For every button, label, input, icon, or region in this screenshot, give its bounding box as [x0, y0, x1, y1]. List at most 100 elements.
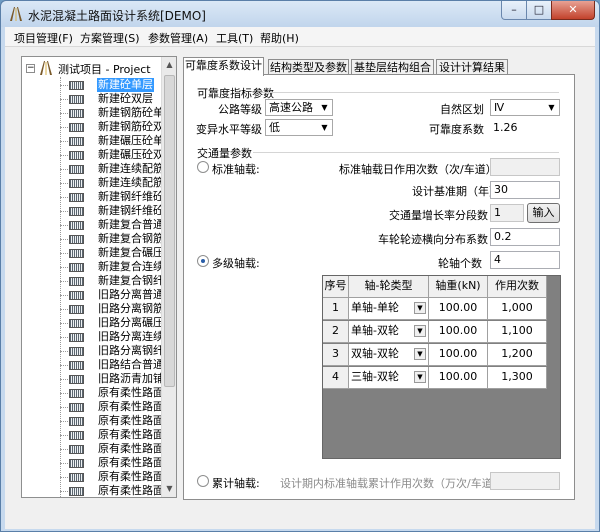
scheme-icon — [69, 487, 84, 496]
tree-connector — [60, 239, 68, 240]
scheme-icon — [69, 305, 84, 314]
row-number-cell-text: 3 — [332, 347, 339, 360]
scroll-thumb[interactable] — [164, 75, 175, 387]
tree-connector — [60, 253, 68, 254]
axle-type-cell[interactable]: 双轴-双轮 ▼ — [349, 344, 429, 366]
axle-load-cell[interactable]: 100.00 — [429, 298, 488, 320]
menu-project[interactable]: 项目管理(F) — [14, 30, 73, 46]
axle-count-cell[interactable]: 1,300 — [488, 367, 547, 389]
cumulative-axle-radio[interactable] — [197, 475, 209, 487]
axle-load-cell-text: 100.00 — [438, 324, 478, 337]
tab-reliability[interactable]: 可靠度系数设计 — [183, 57, 264, 76]
tree-connector — [60, 225, 68, 226]
scheme-icon — [69, 319, 84, 328]
tree-connector — [60, 393, 68, 394]
input-button[interactable]: 输入 — [527, 203, 560, 223]
scheme-icon — [69, 333, 84, 342]
design-period-label: 设计基准期（年） — [412, 185, 500, 198]
table-header-type: 轴-轮类型 — [349, 276, 429, 298]
axle-table[interactable]: 序号 轴-轮类型 轴重(kN) 作用次数 1 单轴-单轮 ▼ 100.00 1,000 2… — [322, 275, 561, 459]
chevron-down-icon[interactable]: ▼ — [414, 325, 426, 337]
cumulative-field[interactable] — [490, 472, 560, 490]
axle-count-field[interactable]: 4 — [490, 251, 560, 269]
scheme-icon — [69, 431, 84, 440]
close-button[interactable]: ✕ — [551, 1, 595, 20]
standard-axle-daily-field[interactable] — [490, 158, 560, 176]
axle-load-cell-text: 100.00 — [438, 347, 478, 360]
menu-tools[interactable]: 工具(T) — [216, 30, 253, 46]
multi-axle-radio[interactable] — [197, 255, 209, 267]
chevron-down-icon[interactable]: ▼ — [414, 371, 426, 383]
scheme-icon — [69, 179, 84, 188]
natural-zone-select[interactable]: Ⅳ ▼ — [490, 99, 560, 116]
reliability-coef-value: 1.26 — [493, 121, 518, 134]
chevron-down-icon[interactable]: ▼ — [414, 302, 426, 314]
standard-axle-radio[interactable] — [197, 161, 209, 173]
tree-scrollbar[interactable]: ▲ ▼ — [161, 57, 176, 497]
minimize-button[interactable]: – — [501, 1, 527, 20]
tree-connector — [60, 267, 68, 268]
project-icon — [40, 61, 52, 75]
title-bar[interactable]: 水泥混凝土路面设计系统[DEMO] – □ ✕ — [1, 1, 599, 27]
tree-root-label: 测试项目 - Project — [58, 63, 151, 76]
app-window: 水泥混凝土路面设计系统[DEMO] – □ ✕ 项目管理(F) 方案管理(S) … — [0, 0, 600, 532]
multi-axle-label[interactable]: 多级轴载: — [212, 255, 260, 271]
traffic-group-title: 交通量参数 — [197, 147, 252, 160]
maximize-button[interactable]: □ — [526, 1, 552, 20]
tree-connector — [60, 295, 68, 296]
tree-connector — [60, 113, 68, 114]
reliability-coef-label: 可靠度系数 — [429, 123, 484, 136]
tree-connector — [60, 155, 68, 156]
scheme-icon — [69, 291, 84, 300]
lateral-coef-label: 车轮轮迹横向分布系数 — [378, 233, 488, 246]
cumulative-desc-label: 设计期内标准轴载累计作用次数（万次/车道） — [280, 477, 504, 490]
chevron-down-icon: ▼ — [321, 103, 328, 112]
road-grade-label: 公路等级 — [218, 103, 262, 116]
road-grade-select[interactable]: 高速公路 ▼ — [265, 99, 333, 116]
design-period-field[interactable]: 30 — [490, 181, 560, 199]
standard-axle-label[interactable]: 标准轴载: — [212, 161, 260, 177]
axle-type-cell[interactable]: 单轴-双轮 ▼ — [349, 321, 429, 343]
tree-connector — [60, 309, 68, 310]
scroll-up-icon[interactable]: ▲ — [162, 57, 176, 73]
scheme-icon — [69, 81, 84, 90]
scheme-icon — [69, 95, 84, 104]
axle-type-cell[interactable]: 三轴-双轮 ▼ — [349, 367, 429, 389]
tree-connector — [60, 183, 68, 184]
axle-count-cell[interactable]: 1,100 — [488, 321, 547, 343]
axle-type-cell-text: 单轴-双轮 — [351, 324, 399, 337]
tree-connector — [60, 449, 68, 450]
tree-connector — [60, 85, 68, 86]
menu-help[interactable]: 帮助(H) — [260, 30, 299, 46]
scroll-down-icon[interactable]: ▼ — [162, 481, 176, 497]
axle-load-cell[interactable]: 100.00 — [429, 367, 488, 389]
lateral-coef-field[interactable]: 0.2 — [490, 228, 560, 246]
axle-load-cell[interactable]: 100.00 — [429, 321, 488, 343]
scheme-icon — [69, 417, 84, 426]
axle-type-cell-text: 单轴-单轮 — [351, 301, 399, 314]
project-tree[interactable]: − 测试项目 - Project 新建砼单层 新建砼双层 新建钢筋砼单层 新建钢筋砼双… — [21, 56, 177, 498]
axle-count-label: 轮轴个数 — [438, 257, 482, 270]
variability-select[interactable]: 低 ▼ — [265, 119, 333, 136]
natural-zone-value: Ⅳ — [494, 101, 505, 114]
tree-connector — [60, 141, 68, 142]
chevron-down-icon[interactable]: ▼ — [414, 348, 426, 360]
menu-params[interactable]: 参数管理(A) — [148, 30, 208, 46]
axle-load-cell-text: 100.00 — [438, 370, 478, 383]
table-header-count: 作用次数 — [488, 276, 547, 298]
variability-value: 低 — [269, 121, 280, 134]
collapse-icon[interactable]: − — [26, 64, 35, 73]
row-number-cell: 1 — [323, 298, 349, 320]
menu-scheme[interactable]: 方案管理(S) — [80, 30, 140, 46]
scheme-icon — [69, 375, 84, 384]
natural-zone-label: 自然区划 — [440, 103, 484, 116]
axle-count-cell[interactable]: 1,000 — [488, 298, 547, 320]
tree-connector — [60, 351, 68, 352]
axle-type-cell[interactable]: 单轴-单轮 ▼ — [349, 298, 429, 320]
scheme-icon — [69, 123, 84, 132]
axle-load-cell[interactable]: 100.00 — [429, 344, 488, 366]
tree-connector — [60, 99, 68, 100]
cumulative-axle-label[interactable]: 累计轴载: — [212, 475, 260, 491]
axle-count-cell[interactable]: 1,200 — [488, 344, 547, 366]
row-number-cell-text: 1 — [332, 301, 339, 314]
